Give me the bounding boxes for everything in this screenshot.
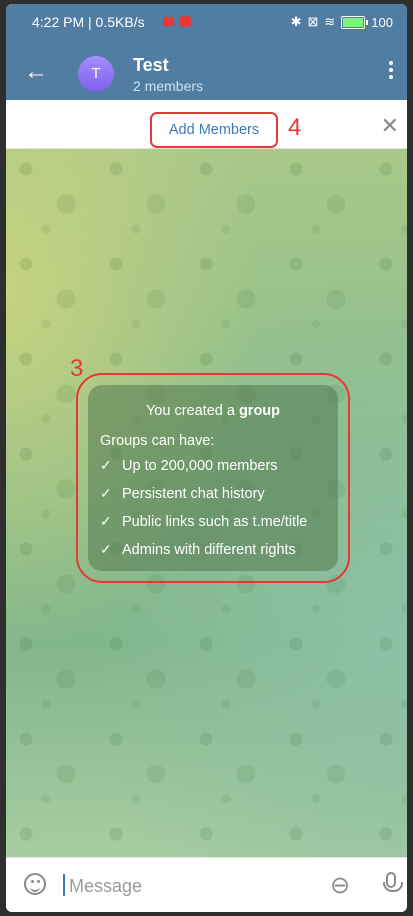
close-icon[interactable]: ✕: [381, 115, 399, 137]
check-icon: ✓: [100, 513, 112, 529]
annotation-4: 4: [288, 114, 302, 141]
info-heading: You created a group: [145, 403, 281, 419]
check-icon: ✓: [100, 457, 112, 473]
highlight-box: You created a group Groups can have: ✓ Up…: [76, 373, 350, 583]
message-input[interactable]: [67, 870, 321, 902]
check-icon: ✓: [100, 541, 112, 557]
list-item: ✓ Persistent chat history: [100, 485, 265, 502]
top-bar: 4:22 PM | 0.5KB/s ✱ ⊠ ≋ 100 ← T Test 2 m…: [6, 4, 407, 100]
screen-record-icon: [163, 17, 174, 26]
no-sim-icon: ⊠: [307, 14, 319, 29]
phone-screen: 4:22 PM | 0.5KB/s ✱ ⊠ ≋ 100 ← T Test 2 m…: [6, 4, 407, 912]
arrow-left-icon[interactable]: ←: [24, 60, 48, 84]
avatar[interactable]: T: [78, 56, 114, 92]
text-cursor: [63, 874, 65, 896]
list-item: ✓ Public links such as t.me/title: [100, 513, 308, 530]
list-item: ✓ Up to 200,000 members: [100, 457, 278, 474]
group-info-card: You created a group Groups can have: ✓ Up…: [88, 385, 338, 571]
check-icon: ✓: [100, 485, 112, 501]
battery-icon: [341, 15, 369, 29]
microphone-icon[interactable]: [383, 872, 403, 892]
chat-background: 3 You created a group Groups can have: ✓…: [6, 149, 407, 857]
paperclip-icon[interactable]: ⊘: [323, 868, 358, 903]
add-members-button[interactable]: Add Members: [150, 112, 278, 148]
wifi-icon: ≋: [324, 14, 336, 29]
more-vertical-icon[interactable]: [379, 58, 403, 84]
status-time: 4:22 PM | 0.5KB/s: [32, 14, 145, 30]
chat-title[interactable]: Test: [133, 55, 169, 76]
bluetooth-icon: ✱: [290, 14, 302, 29]
emoji-icon[interactable]: [24, 873, 46, 895]
notification-icon: [180, 16, 191, 27]
feature-list: ✓ Up to 200,000 members ✓ Persistent chat …: [88, 457, 338, 558]
status-bar: 4:22 PM | 0.5KB/s ✱ ⊠ ≋ 100: [6, 4, 407, 38]
add-members-bar: Add Members 4 ✕: [6, 100, 407, 149]
annotation-3: 3: [70, 355, 84, 382]
chat-header: ← T Test 2 members: [6, 40, 407, 98]
list-item: ✓ Admins with different rights: [100, 541, 296, 558]
member-count[interactable]: 2 members: [133, 78, 203, 94]
status-icons: ✱ ⊠ ≋ 100: [291, 14, 393, 30]
composer-bar: ⊘: [6, 857, 407, 912]
info-lead: Groups can have:: [100, 433, 215, 449]
battery-level: 100: [371, 14, 393, 30]
